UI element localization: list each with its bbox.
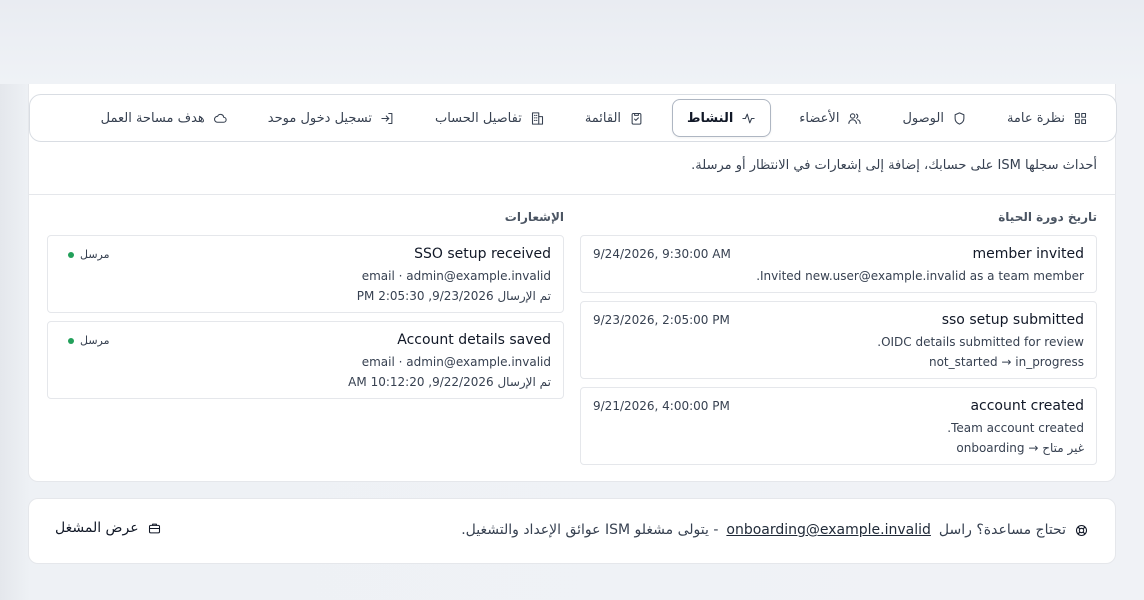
help-prefix: تحتاج مساعدة؟ راسل — [938, 522, 1066, 538]
event-time: 9/21/2026, 4:00:00 PM — [593, 399, 730, 413]
event-time: 9/23/2026, 2:05:00 PM — [593, 313, 730, 327]
building-icon — [531, 111, 543, 125]
login-icon — [381, 112, 393, 124]
activity-icon — [742, 113, 755, 123]
tab-checklist[interactable]: القائمة — [573, 99, 656, 137]
tab-access[interactable]: الوصول — [890, 99, 979, 137]
status-badge: مرسل — [68, 248, 110, 261]
help-card: تحتاج مساعدة؟ راسل onboarding@example.in… — [28, 498, 1116, 564]
status-label: مرسل — [80, 248, 110, 261]
lifebuoy-icon — [1075, 524, 1088, 536]
status-label: مرسل — [80, 334, 110, 347]
tab-label: تسجيل دخول موحد — [267, 110, 372, 126]
tab-activity[interactable]: النشاط — [672, 99, 772, 137]
cloud-icon — [213, 113, 227, 123]
tab-label: هدف مساحة العمل — [100, 110, 205, 126]
tab-label: النشاط — [687, 110, 734, 126]
top-spacer — [0, 0, 1144, 84]
notification-channel: email · admin@example.invalid — [361, 355, 551, 369]
view-operator-button[interactable]: عرض المشغل — [55, 520, 162, 536]
event-title: member invited — [972, 246, 1084, 262]
help-email-link[interactable]: onboarding@example.invalid — [726, 522, 931, 538]
status-badge: مرسل — [68, 334, 110, 347]
event-time: 9/24/2026, 9:30:00 AM — [593, 247, 731, 261]
clipboard-check-icon — [631, 112, 642, 125]
tab-label: تفاصيل الحساب — [434, 110, 522, 126]
event-detail: Invited new.user@example.invalid as a te… — [756, 269, 1084, 283]
status-dot — [68, 251, 74, 258]
view-operator-label: عرض المشغل — [55, 520, 139, 536]
event-title: account created — [970, 398, 1084, 414]
notification-title: Account details saved — [397, 332, 551, 348]
tab-label: الوصول — [902, 110, 944, 126]
lifecycle-item: sso setup submitted 9/23/2026, 2:05:00 P… — [580, 301, 1097, 379]
notification-sent: تم الإرسال 9/22/2026, 10:12:20 AM — [348, 375, 551, 389]
event-detail: OIDC details submitted for review. — [877, 335, 1084, 349]
help-message: تحتاج مساعدة؟ راسل onboarding@example.in… — [461, 522, 1089, 538]
tab-label: القائمة — [584, 110, 622, 126]
tab-members[interactable]: الأعضاء — [787, 99, 874, 137]
page-description: أحداث سجلها ISM على حسابك، إضافة إلى إشع… — [29, 144, 1115, 195]
tab-label: نظرة عامة — [1006, 110, 1065, 126]
grid-icon — [1074, 112, 1087, 124]
notification-item: SSO setup received مرسل email · admin@ex… — [47, 235, 564, 313]
notification-title: SSO setup received — [414, 246, 551, 262]
tab-overview[interactable]: نظرة عامة — [995, 99, 1100, 137]
status-dot — [68, 337, 74, 344]
tab-sso[interactable]: تسجيل دخول موحد — [256, 99, 407, 137]
activity-card: نظرة عامة الوصول الأعضاء النشاط القائمة … — [28, 84, 1117, 482]
event-transition: not_started → in_progress — [928, 355, 1084, 369]
tab-label: الأعضاء — [799, 110, 840, 126]
users-icon — [848, 112, 862, 124]
notification-channel: email · admin@example.invalid — [361, 269, 551, 283]
shield-icon — [954, 111, 965, 125]
tab-workspace-target[interactable]: هدف مساحة العمل — [89, 99, 240, 137]
help-suffix: - يتولى مشغلو ISM عوائق الإعداد والتشغيل… — [461, 522, 719, 538]
event-transition: غير متاح → onboarding — [956, 441, 1084, 455]
lifecycle-item: member invited 9/24/2026, 9:30:00 AM Inv… — [580, 235, 1097, 293]
lifecycle-item: account created 9/21/2026, 4:00:00 PM Te… — [580, 387, 1097, 465]
tab-account-details[interactable]: تفاصيل الحساب — [423, 99, 557, 137]
notification-sent: تم الإرسال 9/23/2026, 2:05:30 PM — [356, 289, 551, 303]
tab-bar: نظرة عامة الوصول الأعضاء النشاط القائمة … — [29, 94, 1117, 142]
notifications-title: الإشعارات — [504, 210, 564, 224]
notification-item: Account details saved مرسل email · admin… — [47, 321, 564, 399]
event-title: sso setup submitted — [941, 312, 1084, 328]
lifecycle-title: تاريخ دورة الحياة — [998, 210, 1097, 224]
briefcase-icon — [148, 523, 160, 533]
event-detail: Team account created. — [947, 421, 1084, 435]
